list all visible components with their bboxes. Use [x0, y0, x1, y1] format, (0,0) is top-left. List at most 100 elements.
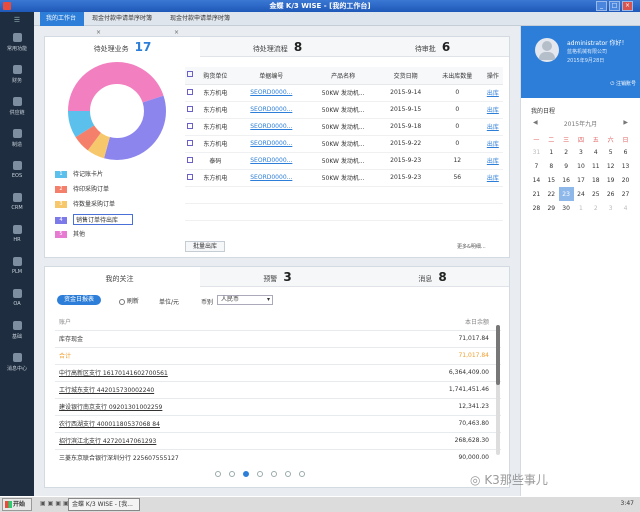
calendar-day[interactable]: 21 — [529, 187, 544, 201]
calendar-day[interactable]: 4 — [618, 201, 633, 215]
calendar-day[interactable]: 11 — [588, 159, 603, 173]
table-scrollbar[interactable] — [496, 325, 500, 455]
page-dot[interactable] — [257, 471, 263, 477]
account-row[interactable]: 中行高新区支行 16170141602700561 6,364,409.00 — [55, 364, 501, 382]
account-row[interactable]: 合计 71,017.84 — [55, 347, 501, 365]
sidebar-item-1[interactable]: 财务 — [0, 60, 34, 92]
outbound-link[interactable]: 出库 — [487, 90, 499, 97]
outbound-link[interactable]: 出库 — [487, 175, 499, 182]
minimize-button[interactable]: _ — [596, 1, 607, 11]
tab-messages[interactable]: 消息 8 — [355, 267, 510, 287]
sidebar-item-7[interactable]: PLM — [0, 252, 34, 284]
order-code-link[interactable]: SEORD0000... — [250, 157, 292, 164]
sidebar-item-3[interactable]: 制造 — [0, 124, 34, 156]
page-dot[interactable] — [271, 471, 277, 477]
account-row[interactable]: 招行滨江北支行 42720147061293 268,628.30 — [55, 432, 501, 450]
page-dot[interactable] — [215, 471, 221, 477]
calendar-day[interactable]: 3 — [603, 201, 618, 215]
calendar-day[interactable]: 9 — [559, 159, 574, 173]
sidebar-item-5[interactable]: CRM — [0, 188, 34, 220]
row-checkbox[interactable] — [187, 105, 194, 112]
account-row[interactable]: 库存现金 71,017.84 — [55, 330, 501, 348]
legend-item[interactable]: 2 待印采购订单 — [55, 184, 109, 193]
next-month-icon[interactable]: ▶ — [623, 119, 628, 126]
page-dot-active[interactable] — [243, 471, 249, 477]
outbound-link[interactable]: 出库 — [487, 141, 499, 148]
outbound-link[interactable]: 出库 — [487, 158, 499, 165]
maximize-button[interactable]: □ — [609, 1, 620, 11]
taskbar-app-button[interactable]: 金蝶 K/3 WISE - [我... — [68, 498, 140, 511]
close-tab-icon[interactable]: × — [96, 29, 101, 36]
sidebar-item-2[interactable]: 供应链 — [0, 92, 34, 124]
order-code-link[interactable]: SEORD0000... — [250, 123, 292, 130]
calendar-day[interactable]: 19 — [603, 173, 618, 187]
batch-outbound-button[interactable]: 批量出库 — [185, 241, 225, 252]
order-code-link[interactable]: SEORD0000... — [250, 174, 292, 181]
calendar-day[interactable]: 2 — [588, 201, 603, 215]
legend-item[interactable]: 1 待记账卡片 — [55, 169, 103, 178]
calendar-day[interactable]: 7 — [529, 159, 544, 173]
calendar-day[interactable]: 1 — [574, 201, 589, 215]
page-dot[interactable] — [299, 471, 305, 477]
calendar-day[interactable]: 1 — [544, 145, 559, 159]
tab-warnings[interactable]: 预警 3 — [200, 267, 355, 287]
account-row[interactable]: 建设银行南京支行 09201301002259 12,341.23 — [55, 398, 501, 416]
account-row[interactable]: 三菱东京联合银行深圳分行 225607555127 90,000.00 — [55, 449, 501, 461]
account-row[interactable]: 农行西湖支行 40001180537068 84 70,463.80 — [55, 415, 501, 433]
select-all-checkbox[interactable] — [187, 71, 194, 78]
logout-link[interactable]: ⏻ 注销账号 — [610, 80, 636, 87]
close-button[interactable]: × — [622, 1, 633, 11]
calendar-day[interactable]: 27 — [618, 187, 633, 201]
calendar-day[interactable]: 16 — [559, 173, 574, 187]
tab-workbench[interactable]: 我的工作台 — [40, 12, 84, 26]
tab-cash-payment-1[interactable]: 现金付款申请单序时簿× — [86, 12, 164, 36]
calendar-day[interactable]: 20 — [618, 173, 633, 187]
outbound-link[interactable]: 出库 — [487, 124, 499, 131]
calendar-day[interactable]: 4 — [588, 145, 603, 159]
legend-item[interactable]: 3 待数量采购订单 — [55, 199, 115, 208]
refresh-radio-icon[interactable] — [119, 298, 125, 305]
calendar-day[interactable]: 26 — [603, 187, 618, 201]
calendar-day[interactable]: 29 — [544, 201, 559, 215]
prev-month-icon[interactable]: ◀ — [533, 119, 538, 126]
refresh-option[interactable]: 刷新 — [119, 296, 139, 305]
start-button[interactable]: 开始 — [2, 498, 32, 511]
calendar-day[interactable]: 17 — [574, 173, 589, 187]
calendar-day[interactable]: 6 — [618, 145, 633, 159]
calendar-day[interactable]: 24 — [574, 187, 589, 201]
outbound-link[interactable]: 出库 — [487, 107, 499, 114]
sidebar-item-8[interactable]: OA — [0, 284, 34, 316]
row-checkbox[interactable] — [187, 156, 194, 163]
sidebar-item-0[interactable]: 常用功能 — [0, 28, 34, 60]
tab-cash-payment-2[interactable]: 现金付款申请单序时簿× — [164, 12, 242, 36]
page-dot[interactable] — [229, 471, 235, 477]
sidebar-item-9[interactable]: 基础 — [0, 316, 34, 348]
more-details-link[interactable]: 更多&明细... — [457, 243, 486, 250]
calendar-day[interactable]: 31 — [529, 145, 544, 159]
order-code-link[interactable]: SEORD0000... — [250, 106, 292, 113]
calendar-day[interactable]: 13 — [618, 159, 633, 173]
tab-my-focus[interactable]: 我的关注 — [45, 267, 200, 287]
calendar-day[interactable]: 8 — [544, 159, 559, 173]
calendar-day[interactable]: 5 — [603, 145, 618, 159]
calendar-day[interactable]: 23 — [558, 187, 574, 201]
close-tab-icon[interactable]: × — [174, 29, 179, 36]
sidebar-item-10[interactable]: 消息中心 — [0, 348, 34, 380]
row-checkbox[interactable] — [187, 88, 194, 95]
scrollbar-thumb[interactable] — [496, 325, 500, 385]
legend-item[interactable]: 4 销售订单待出库 — [55, 214, 134, 225]
page-dot[interactable] — [285, 471, 291, 477]
sidebar-item-4[interactable]: EOS — [0, 156, 34, 188]
calendar-day[interactable]: 28 — [529, 201, 544, 215]
order-code-link[interactable]: SEORD0000... — [250, 140, 292, 147]
row-checkbox[interactable] — [187, 139, 194, 146]
tab-pending-flow[interactable]: 待处理流程 8 — [200, 37, 355, 57]
row-checkbox[interactable] — [187, 173, 194, 180]
calendar-day[interactable]: 14 — [529, 173, 544, 187]
calendar-day[interactable]: 18 — [588, 173, 603, 187]
calendar-day[interactable]: 25 — [588, 187, 603, 201]
calendar-day[interactable]: 2 — [559, 145, 574, 159]
order-code-link[interactable]: SEORD0000... — [250, 89, 292, 96]
currency-select[interactable]: 人民币 ▾ — [217, 295, 273, 305]
fund-daily-report-button[interactable]: 资金日报表 — [57, 295, 101, 305]
